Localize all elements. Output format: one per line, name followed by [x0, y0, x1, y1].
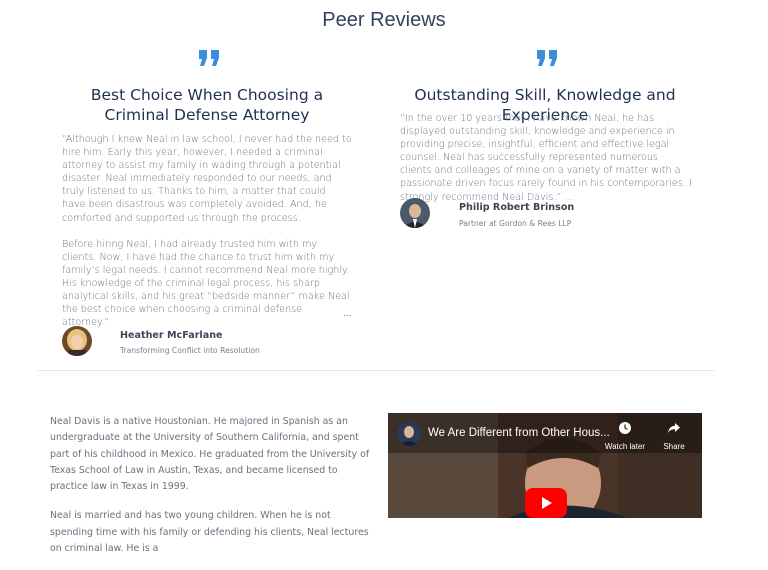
- bio-paragraph: Neal Davis is a native Houstonian. He ma…: [50, 416, 370, 493]
- clock-icon: [619, 422, 631, 434]
- author-role: Partner at Gordon & Rees LLP: [459, 219, 572, 228]
- review-paragraph: “Although I knew Neal in law school, I n…: [62, 134, 352, 224]
- read-more-link[interactable]: ...: [343, 309, 352, 319]
- play-icon[interactable]: [525, 488, 567, 518]
- author-role: Transforming Conflict into Resolution: [120, 346, 260, 355]
- review-paragraph: Before hiring Neal, I had already truste…: [62, 238, 350, 329]
- review-text: “Although I knew Neal in law school, I n…: [62, 133, 352, 342]
- bio-paragraph: Neal is married and has two young childr…: [50, 510, 369, 555]
- author-name: Philip Robert Brinson: [459, 202, 575, 213]
- review-heading: Best Choice When Choosing a Criminal Def…: [90, 86, 324, 124]
- video-title[interactable]: We Are Different from Other Hous...: [428, 427, 610, 439]
- author-name: Heather McFarlane: [120, 330, 223, 341]
- review-paragraph: “In the over 10 years that I have known …: [400, 113, 692, 203]
- watch-later-button[interactable]: Watch later: [600, 421, 650, 451]
- avatar: [62, 326, 92, 356]
- section-divider: [38, 370, 714, 371]
- bio-text: Neal Davis is a native Houstonian. He ma…: [50, 414, 370, 570]
- youtube-video[interactable]: We Are Different from Other Hous... Watc…: [388, 413, 702, 518]
- review-text: “In the over 10 years that I have known …: [400, 112, 692, 217]
- share-icon: [668, 423, 680, 433]
- channel-avatar[interactable]: [397, 422, 421, 446]
- quote-icon: [199, 50, 219, 66]
- quote-icon: [537, 50, 557, 66]
- share-label: Share: [663, 442, 685, 451]
- avatar: [400, 198, 430, 228]
- share-button[interactable]: Share: [649, 421, 699, 451]
- section-title: Peer Reviews: [322, 9, 446, 31]
- watch-later-label: Watch later: [604, 442, 646, 451]
